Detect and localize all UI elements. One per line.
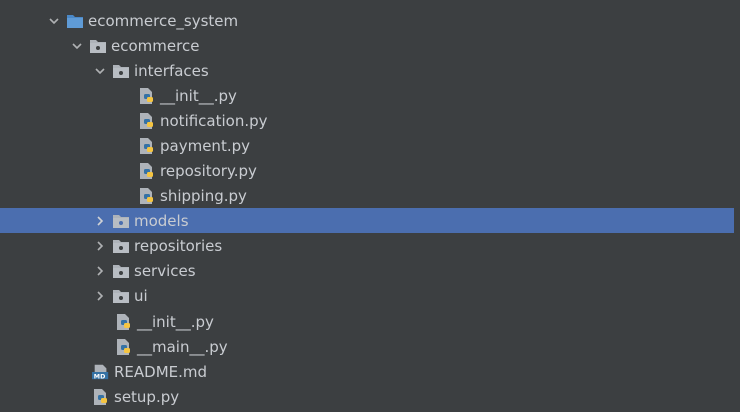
python-file-icon: [138, 137, 156, 155]
chevron-down-icon[interactable]: [69, 38, 85, 54]
python-file-icon: [115, 313, 133, 331]
folder-icon: [66, 12, 84, 30]
tree-file-shipping[interactable]: shipping.py: [0, 183, 740, 208]
python-file-icon: [138, 112, 156, 130]
tree-node-label: repositories: [134, 236, 223, 255]
chevron-right-icon[interactable]: [92, 263, 108, 279]
tree-node-label: interfaces: [134, 61, 209, 80]
tree-file-readme[interactable]: MD README.md: [0, 359, 740, 384]
tree-file-label: __init__.py: [137, 312, 214, 331]
tree-node-label: ui: [134, 286, 148, 305]
python-file-icon: [138, 87, 156, 105]
tree-node-repositories[interactable]: repositories: [0, 233, 740, 258]
project-tree-panel: ecommerce_system ecommerce interfaces __…: [0, 0, 740, 412]
tree-node-label: services: [134, 261, 196, 280]
tree-file-init-ecommerce[interactable]: __init__.py: [0, 309, 740, 334]
python-file-icon: [92, 388, 110, 406]
tree-file-label: repository.py: [160, 161, 257, 180]
package-icon: [112, 262, 130, 280]
tree-file-label: payment.py: [160, 136, 250, 155]
tree-file-main[interactable]: __main__.py: [0, 334, 740, 359]
tree-node-ecommerce[interactable]: ecommerce: [0, 33, 740, 58]
tree-node-label: ecommerce_system: [88, 11, 239, 30]
tree-file-label: notification.py: [160, 111, 268, 130]
clipped-row-above: [44, 0, 104, 2]
chevron-right-icon[interactable]: [92, 288, 108, 304]
tree-file-notification[interactable]: notification.py: [0, 108, 740, 133]
package-icon: [112, 237, 130, 255]
tree-file-label: README.md: [114, 362, 208, 381]
python-file-icon: [115, 338, 133, 356]
chevron-right-icon[interactable]: [92, 238, 108, 254]
tree-node-label: ecommerce: [111, 36, 200, 55]
svg-text:MD: MD: [94, 373, 106, 380]
package-icon: [112, 287, 130, 305]
tree-file-repository[interactable]: repository.py: [0, 158, 740, 183]
tree-node-interfaces[interactable]: interfaces: [0, 58, 740, 83]
chevron-right-icon[interactable]: [92, 213, 108, 229]
tree-node-ui[interactable]: ui: [0, 283, 740, 308]
package-icon: [112, 62, 130, 80]
python-file-icon: [138, 162, 156, 180]
tree-file-payment[interactable]: payment.py: [0, 133, 740, 158]
chevron-down-icon[interactable]: [92, 63, 108, 79]
tree-file-label: setup.py: [114, 387, 180, 406]
tree-node-models[interactable]: models: [0, 208, 740, 233]
chevron-down-icon[interactable]: [46, 13, 62, 29]
tree-file-label: shipping.py: [160, 186, 247, 205]
package-icon: [112, 212, 130, 230]
tree-file-init-interfaces[interactable]: __init__.py: [0, 83, 740, 108]
tree-node-label: models: [134, 211, 189, 230]
vertical-scrollbar[interactable]: [734, 0, 740, 412]
tree-node-ecommerce-system[interactable]: ecommerce_system: [0, 8, 740, 33]
tree-file-label: __init__.py: [160, 86, 237, 105]
tree-node-services[interactable]: services: [0, 258, 740, 283]
python-file-icon: [138, 187, 156, 205]
tree-file-setup[interactable]: setup.py: [0, 384, 740, 409]
tree-file-label: __main__.py: [137, 337, 228, 356]
package-icon: [89, 37, 107, 55]
markdown-file-icon: MD: [92, 363, 110, 381]
